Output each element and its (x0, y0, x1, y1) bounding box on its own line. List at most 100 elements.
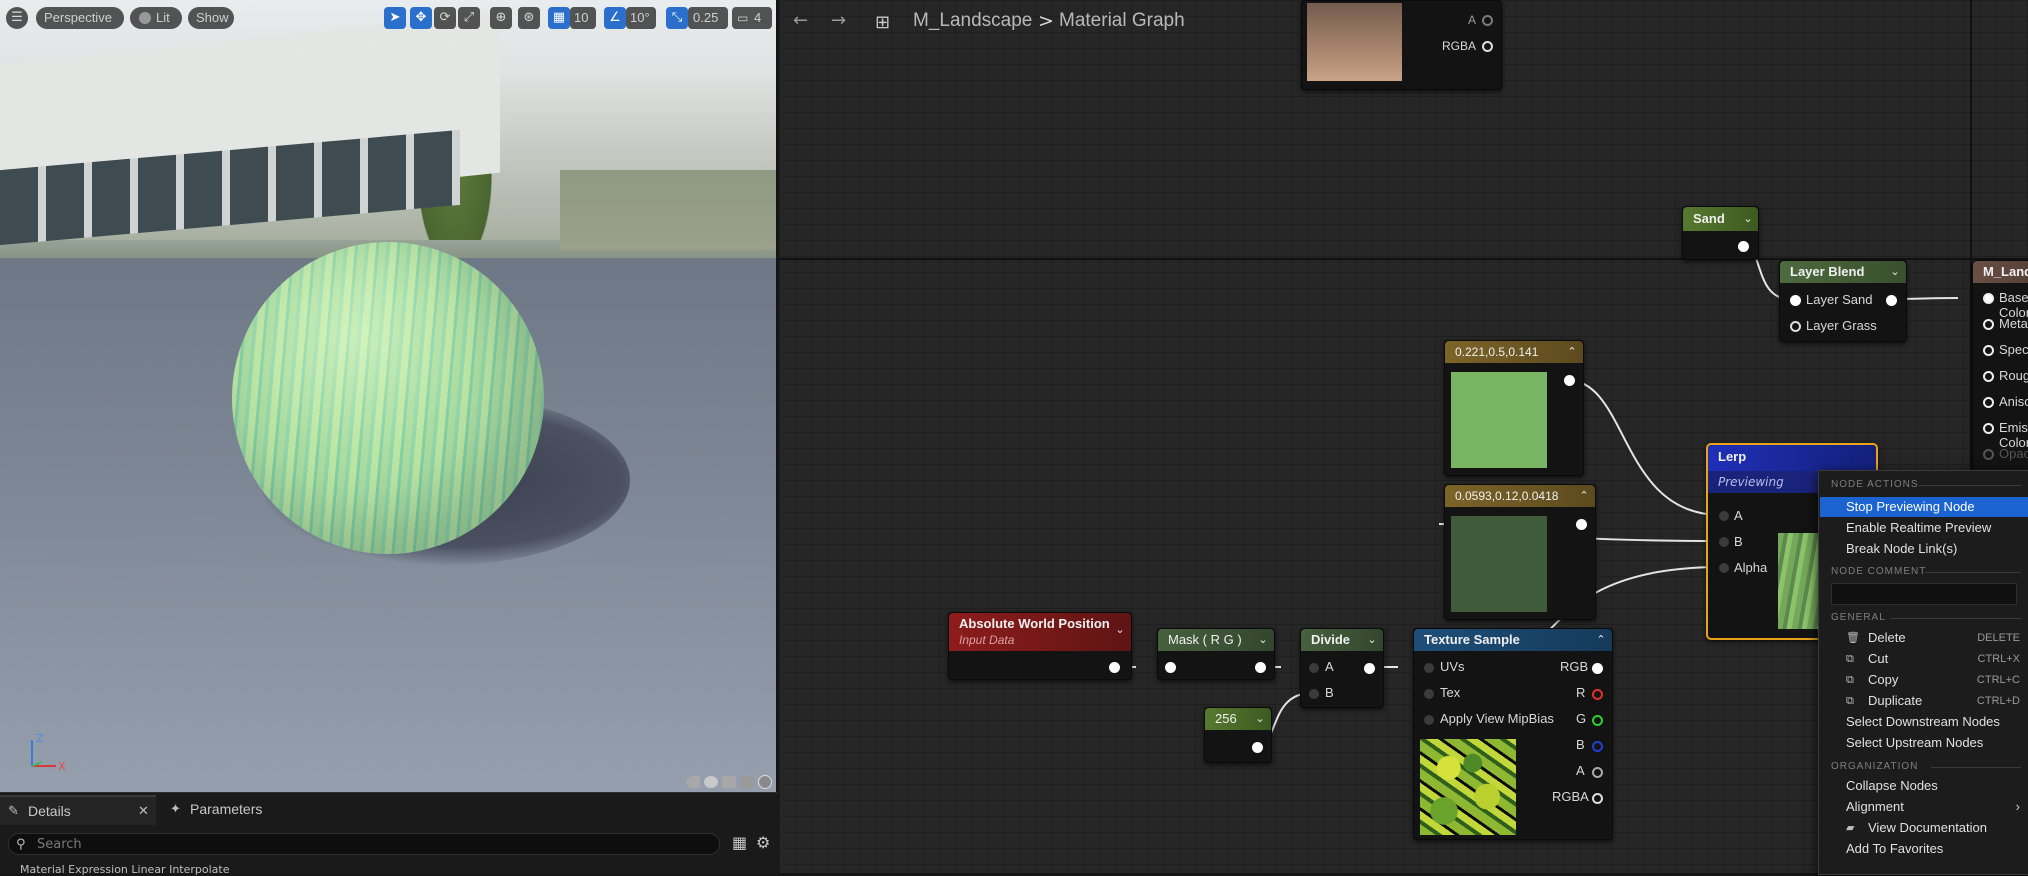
perspective-button[interactable]: Perspective (36, 7, 124, 29)
menu-item-select-upstream[interactable]: Select Upstream Nodes (1820, 733, 2028, 753)
node-comment-input[interactable] (1831, 583, 2017, 605)
menu-item-copy[interactable]: ⧉ Copy CTRL+C (1820, 670, 2028, 690)
output-pin[interactable] (1592, 689, 1603, 700)
grid-snap-value[interactable]: 10 (570, 7, 596, 29)
input-pin[interactable] (1983, 449, 1994, 460)
input-pin[interactable] (1309, 689, 1319, 699)
menu-item-cut[interactable]: ⧉ Cut CTRL+X (1820, 649, 2028, 669)
menu-item-add-to-favorites[interactable]: Add To Favorites (1820, 839, 2028, 859)
table-view-icon[interactable]: ▦ (732, 833, 747, 852)
mask-node[interactable]: Mask ( R G ) ⌄ (1157, 628, 1275, 680)
show-button[interactable]: Show (188, 7, 234, 29)
menu-item-alignment[interactable]: Alignment › (1820, 797, 2028, 817)
constant3vector-node-a[interactable]: 0.221,0.5,0.141 ⌃ (1444, 340, 1584, 476)
pin-label: B (1325, 685, 1334, 700)
chevron-up-icon[interactable]: ⌃ (1577, 489, 1591, 503)
chevron-down-icon[interactable]: ⌄ (1888, 265, 1902, 279)
output-pin[interactable] (1738, 241, 1749, 252)
rotation-snap-icon[interactable]: ∠ (604, 7, 626, 29)
input-pin[interactable] (1983, 371, 1994, 382)
input-pin[interactable] (1983, 345, 1994, 356)
sphere-icon[interactable] (704, 776, 718, 788)
output-pin[interactable] (1364, 663, 1375, 674)
menu-item-delete[interactable]: 🗑 Delete DELETE (1820, 628, 2028, 648)
input-pin[interactable] (1983, 423, 1994, 434)
texture-node-top[interactable]: A RGBA (1301, 0, 1502, 90)
rotate-tool-icon[interactable]: ⟳ (434, 7, 456, 29)
output-pin[interactable] (1886, 295, 1897, 306)
scale-tool-icon[interactable]: ⤢ (458, 7, 480, 29)
menu-item-collapse-nodes[interactable]: Collapse Nodes (1820, 776, 2028, 796)
close-tab-icon[interactable]: ✕ (138, 797, 149, 825)
input-pin[interactable] (1424, 715, 1434, 725)
chevron-up-icon[interactable]: ⌃ (1594, 633, 1608, 647)
input-pin[interactable] (1983, 319, 1994, 330)
chevron-down-icon[interactable]: ⌄ (1256, 633, 1270, 647)
output-pin[interactable] (1592, 741, 1603, 752)
camera-speed-button[interactable]: ▭ 4 (732, 7, 772, 29)
input-pin[interactable] (1165, 662, 1176, 673)
world-space-icon[interactable]: ⊕ (490, 7, 512, 29)
absolute-world-position-node[interactable]: Absolute World Position Input Data ⌄ (948, 612, 1132, 680)
input-pin[interactable] (1719, 563, 1729, 573)
tab-details[interactable]: ✎ Details ✕ (0, 795, 156, 825)
input-pin[interactable] (1790, 321, 1801, 332)
chevron-down-icon[interactable]: ⌄ (1253, 712, 1267, 726)
output-pin[interactable] (1482, 41, 1493, 52)
cylinder-icon[interactable] (686, 776, 700, 788)
plane-icon[interactable] (722, 776, 736, 788)
input-pin[interactable] (1719, 537, 1729, 547)
details-search-input[interactable]: ⚲ Search (8, 833, 720, 855)
input-pin[interactable] (1424, 663, 1434, 673)
chevron-down-icon[interactable]: ⌄ (1365, 633, 1379, 647)
divide-node[interactable]: Divide ⌄ A B (1300, 628, 1384, 708)
menu-item-view-documentation[interactable]: ▰ View Documentation (1820, 818, 2028, 838)
landscape-layer-sand-node[interactable]: Sand ⌄ (1682, 206, 1759, 260)
output-pin[interactable] (1592, 715, 1603, 726)
output-pin[interactable] (1255, 662, 1266, 673)
material-output-node[interactable]: M_Landscape Base Color Metallic Specular… (1972, 260, 2028, 472)
output-pin[interactable] (1592, 663, 1603, 674)
output-pin[interactable] (1576, 519, 1587, 530)
chevron-down-icon[interactable]: ⌄ (1113, 623, 1127, 637)
output-pin[interactable] (1592, 767, 1603, 778)
layer-blend-node[interactable]: Layer Blend ⌄ Layer Sand Layer Grass (1779, 260, 1907, 342)
chevron-up-icon[interactable]: ⌃ (1565, 345, 1579, 359)
custom-mesh-icon[interactable] (758, 775, 772, 789)
settings-gear-icon[interactable]: ⚙ (756, 833, 770, 852)
menu-item-select-downstream[interactable]: Select Downstream Nodes (1820, 712, 2028, 732)
output-pin[interactable] (1592, 793, 1603, 804)
select-tool-icon[interactable]: ➤ (384, 7, 406, 29)
section-general: GENERAL (1831, 612, 1886, 623)
view-mode-button[interactable]: Lit (130, 7, 182, 29)
material-preview-viewport[interactable]: ☰ Perspective Lit Show ➤ ✥ ⟳ ⤢ ⊕ ⊛ ▦ 10 … (0, 0, 776, 792)
output-pin[interactable] (1564, 375, 1575, 386)
menu-item-stop-previewing[interactable]: Stop Previewing Node (1820, 497, 2028, 517)
input-pin[interactable] (1309, 663, 1319, 673)
surface-snap-icon[interactable]: ⊛ (518, 7, 540, 29)
scale-snap-icon[interactable]: ⤡ (666, 7, 688, 29)
input-pin[interactable] (1424, 689, 1434, 699)
output-pin[interactable] (1482, 15, 1493, 26)
texture-sample-node[interactable]: Texture Sample ⌃ UVs Tex Apply View MipB… (1413, 628, 1613, 840)
constant3vector-node-b[interactable]: 0.0593,0.12,0.0418 ⌃ (1444, 484, 1596, 620)
scale-snap-value[interactable]: 0.25 (688, 7, 728, 29)
input-pin[interactable] (1983, 397, 1994, 408)
input-pin[interactable] (1790, 295, 1801, 306)
menu-item-break-node-links[interactable]: Break Node Link(s) (1820, 539, 2028, 559)
output-pin[interactable] (1109, 662, 1120, 673)
output-pin[interactable] (1252, 742, 1263, 753)
constant-256-node[interactable]: 256 ⌄ (1204, 707, 1272, 763)
rotation-snap-value-text: 10° (630, 10, 650, 25)
menu-item-enable-realtime-preview[interactable]: Enable Realtime Preview (1820, 518, 2028, 538)
rotation-snap-value[interactable]: 10° (626, 7, 656, 29)
chevron-down-icon[interactable]: ⌄ (1741, 212, 1755, 226)
input-pin[interactable] (1719, 511, 1729, 521)
hamburger-icon[interactable]: ☰ (6, 7, 28, 29)
input-pin[interactable] (1983, 293, 1994, 304)
cube-icon[interactable] (740, 776, 754, 788)
translate-tool-icon[interactable]: ✥ (410, 7, 432, 29)
tab-parameters[interactable]: ✦ Parameters (160, 795, 300, 823)
menu-item-duplicate[interactable]: ⧉ Duplicate CTRL+D (1820, 691, 2028, 711)
grid-snap-icon[interactable]: ▦ (548, 7, 570, 29)
